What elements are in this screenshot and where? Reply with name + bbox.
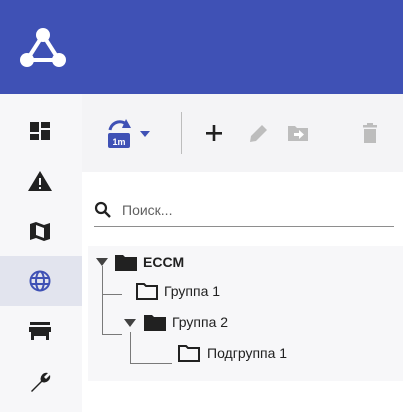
map-icon [30, 222, 50, 241]
folder-outline-icon [178, 345, 200, 362]
delete-icon [363, 123, 377, 143]
sync-interval-button[interactable]: 1m [104, 116, 156, 150]
group-tree: ECCM Группа 1 Группа 2 Подгруппа 1 [88, 246, 403, 381]
delete-button[interactable] [356, 116, 384, 150]
folder-outline-icon [136, 283, 158, 300]
storefront-icon [29, 322, 51, 340]
expand-caret-icon[interactable] [95, 257, 109, 267]
sidebar-item-map[interactable] [0, 206, 82, 256]
sidebar-item-network[interactable] [0, 256, 82, 306]
network-nodes-icon[interactable] [18, 24, 68, 74]
sidebar-nav [0, 94, 83, 412]
edit-icon [250, 125, 267, 142]
caret-down-icon [140, 131, 150, 137]
sidebar-item-store[interactable] [0, 306, 82, 356]
dashboard-icon [30, 122, 50, 140]
move-to-folder-icon [288, 126, 308, 141]
edit-button[interactable] [244, 116, 272, 150]
tree-node-label: ECCM [143, 254, 185, 270]
search-input[interactable] [120, 196, 394, 224]
sidebar-item-alerts[interactable] [0, 156, 82, 206]
search-field [94, 194, 394, 227]
search-icon [94, 201, 111, 218]
warning-icon [28, 171, 52, 191]
add-button[interactable] [200, 116, 228, 150]
main-panel: 1m Поиск... ECCM Группа 1 Группа 2 Подгр… [82, 94, 403, 412]
tree-node-group-2[interactable]: Группа 2 [88, 309, 388, 335]
toolbar: 1m [82, 94, 403, 172]
globe-icon [29, 270, 51, 292]
folder-filled-icon [115, 255, 137, 271]
tree-node-eccm[interactable]: ECCM [88, 249, 388, 275]
tree-node-label: Группа 1 [164, 283, 221, 299]
tree-node-label: Группа 2 [172, 314, 229, 330]
sidebar-item-dashboard[interactable] [0, 106, 82, 156]
toolbar-divider [181, 112, 182, 154]
tree-node-subgroup-1[interactable]: Подгруппа 1 [88, 340, 388, 366]
folder-filled-icon [144, 315, 166, 331]
sidebar-item-settings[interactable] [0, 356, 82, 406]
sync-badge: 1m [112, 137, 125, 147]
app-header [0, 0, 403, 94]
add-icon [206, 125, 222, 141]
expand-caret-icon[interactable] [123, 318, 137, 328]
tree-node-label: Подгруппа 1 [207, 345, 288, 361]
tree-node-group-1[interactable]: Группа 1 [88, 278, 388, 304]
wrench-icon [31, 372, 51, 392]
sync-interval-icon: 1m [108, 119, 150, 148]
move-to-folder-button[interactable] [284, 116, 312, 150]
